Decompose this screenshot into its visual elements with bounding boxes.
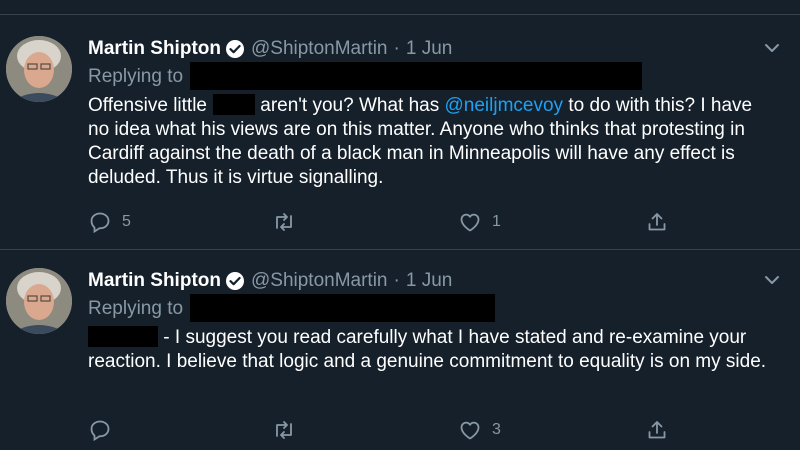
share-icon [648, 421, 666, 439]
tweet-header: Martin Shipton @ShiptonMartin · 1 Jun [88, 268, 452, 294]
avatar[interactable] [6, 268, 72, 334]
redacted-handle [190, 294, 495, 322]
verified-badge-icon [225, 272, 244, 290]
tweet-text: Offensive little aren't you? What has @n… [88, 94, 778, 190]
avatar[interactable] [6, 36, 72, 102]
reply-count: 5 [122, 213, 131, 230]
retweet-icon [276, 421, 292, 439]
reply-button[interactable]: 5 [88, 208, 131, 236]
like-button[interactable]: 1 [458, 208, 501, 236]
retweet-button[interactable] [272, 208, 306, 236]
share-button[interactable] [645, 416, 669, 444]
redacted-handle [190, 62, 642, 90]
chevron-down-icon[interactable] [762, 38, 782, 58]
top-divider [0, 14, 800, 15]
like-count: 3 [492, 421, 501, 438]
author-handle[interactable]: @ShiptonMartin [251, 38, 388, 60]
avatar-photo [6, 268, 72, 334]
tweet-text-part: - I suggest you read carefully what I ha… [88, 327, 767, 372]
author-name[interactable]: Martin Shipton [88, 270, 221, 292]
retweet-icon [276, 213, 292, 231]
tweet-text-part: Offensive little [88, 95, 207, 116]
separator: · [393, 38, 400, 59]
tweet-text: - I suggest you read carefully what I ha… [88, 326, 778, 374]
heart-icon [460, 213, 480, 232]
like-button[interactable]: 3 [458, 416, 501, 444]
tweet-1[interactable]: Martin Shipton @ShiptonMartin · 1 Jun Re… [0, 36, 800, 246]
tweet-date[interactable]: 1 Jun [406, 38, 452, 60]
tweet-header: Martin Shipton @ShiptonMartin · 1 Jun [88, 36, 452, 62]
author-handle[interactable]: @ShiptonMartin [251, 270, 388, 292]
replying-to-label: Replying to [88, 66, 184, 87]
verified-badge-icon [225, 40, 244, 58]
share-icon [648, 213, 666, 231]
tweet-2[interactable]: Martin Shipton @ShiptonMartin · 1 Jun Re… [0, 268, 800, 450]
mention-link[interactable]: @neiljmcevoy [445, 95, 564, 116]
tweet-actions: 3 [0, 416, 800, 444]
tweet-text-part: aren't you? What has [254, 95, 445, 116]
reply-icon [90, 420, 110, 442]
redacted-handle-inline [88, 326, 158, 347]
replying-to-label: Replying to [88, 298, 184, 319]
redacted-word [212, 94, 255, 115]
tweet-actions: 5 1 [0, 208, 800, 236]
tweet-divider [0, 249, 800, 250]
tweet-date[interactable]: 1 Jun [406, 270, 452, 292]
reply-button[interactable] [88, 416, 122, 444]
avatar-photo [6, 36, 72, 102]
separator: · [393, 270, 400, 291]
retweet-button[interactable] [272, 416, 306, 444]
heart-icon [460, 421, 480, 440]
share-button[interactable] [645, 208, 669, 236]
chevron-down-icon[interactable] [762, 270, 782, 290]
author-name[interactable]: Martin Shipton [88, 38, 221, 60]
reply-icon [90, 212, 110, 234]
like-count: 1 [492, 213, 501, 230]
